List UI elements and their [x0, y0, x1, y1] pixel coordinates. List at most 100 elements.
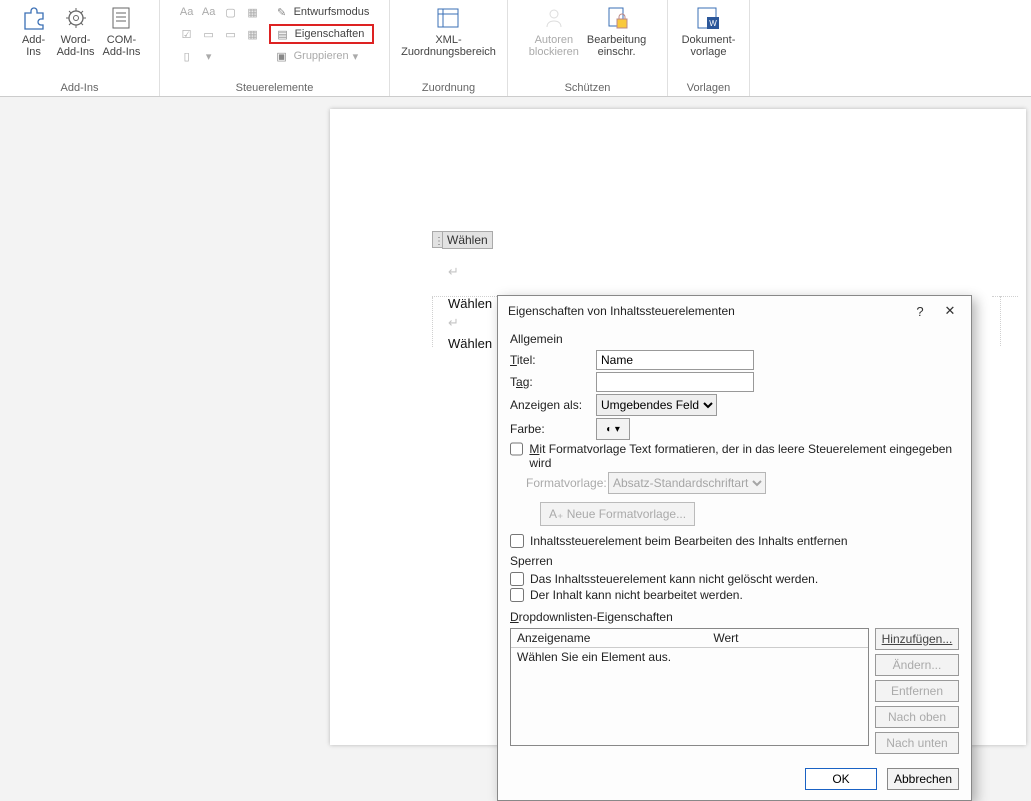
col-anzeigename: Anzeigename [511, 629, 707, 648]
pilcrow-icon: ↵ [448, 264, 459, 280]
edit-button[interactable]: Ändern... [875, 654, 959, 676]
ribbon-group-schuetzen: Autorenblockieren Bearbeitungeinschr. Sc… [508, 0, 668, 96]
dropdown-icon[interactable]: ▭ [221, 24, 241, 44]
ribbon: Add-Ins Word-Add-Ins COM-Add-Ins Add-Ins… [0, 0, 1031, 97]
schuetzen-group-label: Schützen [565, 82, 611, 96]
com-addins-button[interactable]: COM-Add-Ins [99, 0, 145, 58]
doc-line-text: Wählen [448, 336, 492, 351]
cannot-edit-checkbox[interactable] [510, 588, 524, 602]
entwurfsmodus-button[interactable]: ✎ Entwurfsmodus [269, 2, 375, 22]
paint-icon: ◐ [606, 424, 612, 435]
farbe-label: Farbe: [510, 422, 596, 436]
bearbeitung-einschr-button[interactable]: Bearbeitungeinschr. [583, 0, 650, 58]
anzeigen-select[interactable]: Umgebendes Feld [596, 394, 717, 416]
xml-zuordnung-button[interactable]: XML-Zuordnungsbereich [397, 0, 500, 58]
add-button[interactable]: Hinzufügen... [875, 628, 959, 650]
remove-on-edit-label: Inhaltssteuerelement beim Bearbeiten des… [530, 534, 848, 548]
cc-tag[interactable]: Wählen [442, 231, 493, 249]
tag-label-r: g: [523, 375, 533, 389]
template-icon: W [694, 4, 722, 32]
new-style-icon: A [549, 507, 557, 521]
use-style-label: Mit Formatvorlage Text formatieren, der … [529, 442, 959, 470]
vorlagen-group-label: Vorlagen [687, 82, 730, 96]
titel-label-u: T [510, 353, 517, 367]
content-control-properties-dialog: Eigenschaften von Inhaltssteuerelementen… [497, 295, 972, 801]
help-button[interactable]: ? [905, 298, 935, 324]
remove-on-edit-checkbox[interactable] [510, 534, 524, 548]
datepicker-icon[interactable]: ▦ [243, 24, 263, 44]
remove-button[interactable]: Entfernen [875, 680, 959, 702]
titel-label: Titel: [510, 353, 596, 367]
move-up-button[interactable]: Nach oben [875, 706, 959, 728]
use-style-checkbox[interactable] [510, 442, 523, 456]
cell-wert [707, 648, 868, 667]
dokumentvorlage-button[interactable]: W Dokument-vorlage [678, 0, 740, 58]
cannot-edit-label: Der Inhalt kann nicht bearbeitet werden. [530, 588, 743, 602]
ribbon-group-vorlagen: W Dokument-vorlage Vorlagen [668, 0, 750, 96]
buildingblock-icon[interactable]: ▦ [243, 2, 263, 22]
new-style-button: A₊ Neue Formatvorlage... [540, 502, 695, 526]
word-addins-label: Word-Add-Ins [57, 34, 95, 58]
repeating-icon[interactable]: ▯ [177, 46, 197, 66]
addins-button[interactable]: Add-Ins [15, 0, 53, 58]
ok-button[interactable]: OK [805, 768, 877, 790]
formatvorlage-label: Formatvorlage: [510, 476, 608, 490]
color-picker-button[interactable]: ◐ ▾ [596, 418, 630, 440]
eigenschaften-label: Eigenschaften [295, 28, 365, 40]
close-button[interactable]: ✕ [935, 298, 965, 324]
properties-icon: ▤ [275, 26, 291, 42]
anzeigen-label: Anzeigen als: [510, 398, 596, 412]
puzzle-icon [20, 4, 48, 32]
eigenschaften-button[interactable]: ▤ Eigenschaften [269, 24, 375, 44]
cancel-button[interactable]: Abbrechen [887, 768, 959, 790]
user-lock-icon [540, 4, 568, 32]
pilcrow-icon: ↵ [448, 315, 459, 331]
cannot-delete-checkbox[interactable] [510, 572, 524, 586]
doc-line[interactable]: Wählen [448, 296, 492, 311]
lock-document-icon [603, 4, 631, 32]
ribbon-group-zuordnung: XML-Zuordnungsbereich Zuordnung [390, 0, 508, 96]
ribbon-group-addins: Add-Ins Word-Add-Ins COM-Add-Ins Add-Ins [0, 0, 160, 96]
picture-icon[interactable]: ▢ [221, 2, 241, 22]
entwurfsmodus-label: Entwurfsmodus [294, 6, 370, 18]
bearbeitung-einschr-label: Bearbeitungeinschr. [587, 34, 646, 58]
dd-rest: ropdownlisten-Eigenschaften [519, 610, 673, 624]
checkbox-icon[interactable]: ☑ [177, 24, 197, 44]
margin-guide [1000, 296, 1001, 346]
chevron-down-icon: ▾ [353, 50, 359, 63]
tag-field[interactable] [596, 372, 754, 392]
doc-line[interactable]: Wählen [448, 336, 492, 351]
zuordnung-group-label: Zuordnung [422, 82, 475, 96]
content-controls-gallery[interactable]: Aa Aa ▢ ▦ ☑ ▭ ▭ ▦ ▯ ▾ [175, 0, 265, 68]
chevron-down-icon: ▾ [615, 424, 620, 435]
svg-text:W: W [710, 19, 718, 28]
doc-line-text: Wählen [448, 296, 492, 311]
addins-label: Add-Ins [22, 34, 45, 58]
richtext-icon[interactable]: Aa [177, 2, 197, 22]
com-addins-label: COM-Add-Ins [103, 34, 141, 58]
autoren-blockieren-label: Autorenblockieren [529, 34, 579, 58]
word-addins-button[interactable]: Word-Add-Ins [53, 0, 99, 58]
cannot-delete-label: Das Inhaltssteuerelement kann nicht gelö… [530, 572, 818, 586]
titel-label-r: itel: [517, 353, 536, 367]
formatvorlage-select: Absatz-Standardschriftart [608, 472, 766, 494]
list-icon [107, 4, 135, 32]
combobox-icon[interactable]: ▭ [199, 24, 219, 44]
autoren-blockieren-button[interactable]: Autorenblockieren [525, 0, 583, 58]
addins-group-label: Add-Ins [61, 82, 99, 96]
group-icon: ▣ [274, 48, 290, 64]
steuer-group-label: Steuerelemente [236, 82, 314, 96]
legacy-icon[interactable]: ▾ [199, 46, 219, 66]
document-workspace: Wählen ↵ Wählen ↵ Wählen Eigenschaften v… [0, 97, 1031, 745]
content-control[interactable]: Wählen [432, 231, 493, 249]
move-down-button[interactable]: Nach unten [875, 732, 959, 754]
gruppieren-button[interactable]: ▣ Gruppieren ▾ [269, 46, 375, 66]
dropdown-list[interactable]: Anzeigename Wert Wählen Sie ein Element … [510, 628, 869, 746]
titel-field[interactable] [596, 350, 754, 370]
dialog-titlebar[interactable]: Eigenschaften von Inhaltssteuerelementen… [498, 296, 971, 326]
cc-handle-icon[interactable] [432, 231, 442, 248]
section-sperren: Sperren [510, 554, 959, 568]
tag-label: Tag: [510, 375, 596, 389]
table-row[interactable]: Wählen Sie ein Element aus. [511, 648, 868, 667]
plaintext-icon[interactable]: Aa [199, 2, 219, 22]
